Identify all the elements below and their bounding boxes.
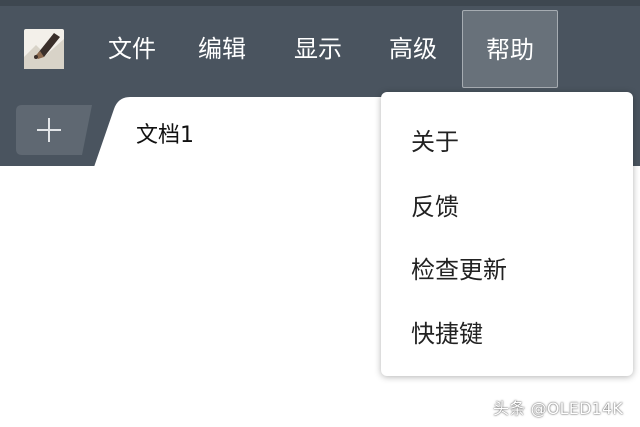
tab-label: 文档1 bbox=[136, 123, 194, 148]
menu-item-check-updates[interactable]: 检查更新 bbox=[411, 250, 611, 290]
watermark: 头条 @OLED14K bbox=[493, 399, 624, 418]
menu-item-about[interactable]: 关于 bbox=[411, 122, 611, 162]
help-dropdown-menu: 关于 反馈 检查更新 快捷键 bbox=[381, 92, 633, 376]
menu-advanced[interactable]: 高级 bbox=[381, 10, 445, 88]
menu-item-feedback[interactable]: 反馈 bbox=[411, 187, 611, 227]
menu-item-shortcuts[interactable]: 快捷键 bbox=[411, 314, 611, 354]
menu-file[interactable]: 文件 bbox=[100, 10, 164, 88]
menu-help[interactable]: 帮助 bbox=[462, 10, 558, 88]
app-logo-icon bbox=[24, 27, 64, 71]
tab-document1[interactable]: 文档1 bbox=[94, 97, 394, 167]
new-tab-button[interactable] bbox=[16, 105, 96, 155]
menu-view[interactable]: 显示 bbox=[286, 10, 350, 88]
window-top-edge bbox=[0, 0, 640, 6]
menu-edit[interactable]: 编辑 bbox=[190, 10, 254, 88]
